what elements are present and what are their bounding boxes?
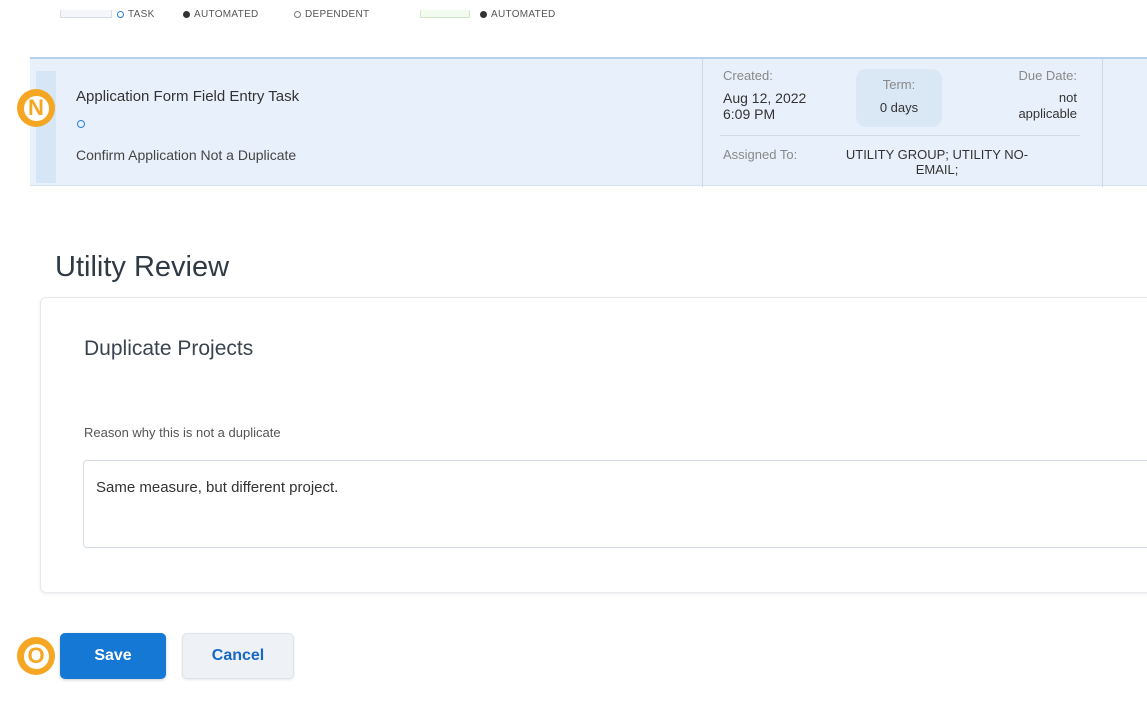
hollow-circle-icon (117, 11, 124, 18)
section-title: Utility Review (55, 251, 230, 283)
term-label: Term: (882, 77, 916, 92)
legend-automated-2: AUTOMATED (480, 9, 556, 20)
assigned-to-value: UTILITY GROUP; UTILITY NO- EMAIL; (822, 147, 1052, 177)
assigned-to-line-2: EMAIL; (915, 162, 959, 177)
due-date-value-line-2: applicable (1018, 106, 1077, 121)
annotation-badge-n-label: N (20, 92, 52, 124)
row-separator (720, 135, 1080, 136)
legend-dependent: DEPENDENT (294, 9, 369, 20)
status-legend: TASK AUTOMATED DEPENDENT AUTOMATED (0, 0, 1147, 24)
due-date-label: Due Date: (1018, 68, 1077, 83)
created-date-value: Aug 12, 2022 (723, 90, 807, 106)
filled-circle-icon (183, 11, 190, 18)
column-divider-right (1102, 59, 1103, 187)
created-date: Aug 12, 2022 6:09 PM (723, 90, 843, 122)
task-title[interactable]: Application Form Field Entry Task (76, 88, 299, 105)
task-subtitle: Confirm Application Not a Duplicate (76, 147, 297, 163)
task-row-marker (36, 71, 56, 183)
duplicate-projects-card: Duplicate Projects Reason why this is no… (40, 297, 1147, 593)
assigned-to-line-1: UTILITY GROUP; UTILITY NO- (845, 147, 1029, 162)
annotation-badge-o: O (17, 637, 55, 675)
hollow-circle-icon (294, 11, 301, 18)
annotation-badge-n: N (17, 89, 55, 127)
reason-field-label: Reason why this is not a duplicate (84, 425, 281, 440)
legend-task: TASK (117, 9, 155, 20)
save-button[interactable]: Save (60, 633, 166, 679)
filled-circle-icon (480, 11, 487, 18)
legend-swatch-blue (60, 10, 112, 18)
legend-automated: AUTOMATED (183, 9, 259, 20)
annotation-badge-o-label: O (20, 640, 52, 672)
task-status-icon (77, 120, 85, 128)
reason-textarea[interactable]: Same measure, but different project. (83, 460, 1147, 548)
due-date-value: not applicable (987, 90, 1077, 122)
legend-swatch-green (420, 10, 470, 18)
assigned-to-label: Assigned To: (723, 147, 798, 162)
term-box: Term: 0 days (856, 69, 942, 127)
due-date-value-line-1: not (1058, 90, 1077, 105)
cancel-button[interactable]: Cancel (182, 633, 294, 679)
created-time-value: 6:09 PM (723, 106, 776, 122)
created-label: Created: (723, 68, 773, 83)
card-title: Duplicate Projects (84, 337, 254, 360)
task-row[interactable]: Application Form Field Entry Task Confir… (30, 57, 1147, 187)
column-divider (702, 59, 703, 187)
term-value: 0 days (879, 100, 919, 115)
